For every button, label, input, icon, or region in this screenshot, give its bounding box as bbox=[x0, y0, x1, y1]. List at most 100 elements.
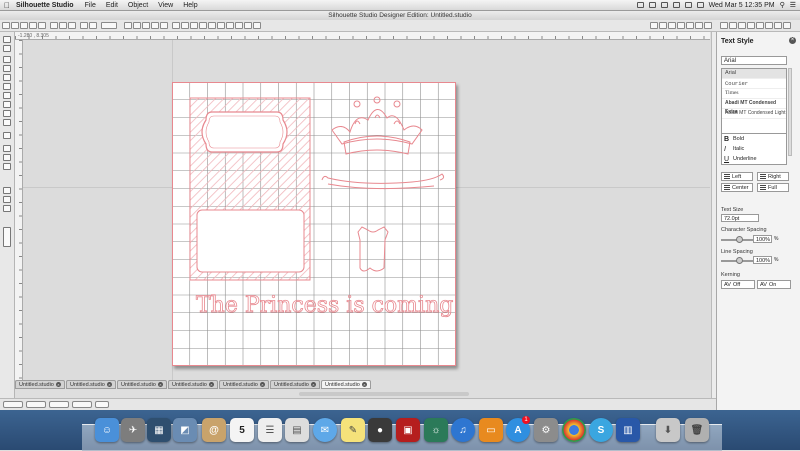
reminders-icon[interactable]: ☰ bbox=[258, 418, 282, 442]
align-icon[interactable] bbox=[235, 22, 243, 29]
tab-untitled-1[interactable]: Untitled.studio × bbox=[15, 380, 65, 389]
registration-marks-icon[interactable] bbox=[747, 22, 755, 29]
close-panel-icon[interactable]: × bbox=[789, 37, 796, 44]
knife-tool-icon[interactable] bbox=[3, 154, 11, 161]
align-center-button[interactable]: Center bbox=[721, 183, 753, 192]
print-icon[interactable] bbox=[80, 22, 88, 29]
polygon-tool-icon[interactable] bbox=[3, 92, 11, 99]
pan-icon[interactable] bbox=[151, 22, 159, 29]
new-document-icon[interactable] bbox=[2, 22, 10, 29]
font-item-arial[interactable]: Arial bbox=[722, 69, 786, 79]
close-tab-icon[interactable]: × bbox=[259, 382, 265, 387]
rounded-rectangle-tool-icon[interactable] bbox=[3, 74, 11, 81]
close-tab-icon[interactable]: × bbox=[310, 382, 316, 387]
close-tab-icon[interactable]: × bbox=[361, 382, 367, 387]
close-tab-icon[interactable]: × bbox=[208, 382, 214, 387]
kerning-off-button[interactable]: AV Off bbox=[721, 280, 755, 289]
stickies-icon[interactable]: ✎ bbox=[341, 418, 365, 442]
finder-icon[interactable]: ☺ bbox=[95, 418, 119, 442]
time-machine-icon[interactable] bbox=[648, 2, 656, 8]
cutting-mat-page[interactable]: The Princess is coming bbox=[172, 82, 456, 366]
contacts-icon[interactable]: @ bbox=[202, 418, 226, 442]
zoom-out-icon[interactable] bbox=[133, 22, 141, 29]
ungroup-icon[interactable] bbox=[199, 22, 207, 29]
arc-tool-icon[interactable] bbox=[3, 110, 11, 117]
photo-booth-icon[interactable]: ▣ bbox=[396, 418, 420, 442]
select-all-icon[interactable] bbox=[172, 22, 180, 29]
freehand-tool-icon[interactable] bbox=[3, 119, 11, 126]
library-panel-icon[interactable] bbox=[3, 187, 11, 194]
scroll-handle-icon[interactable] bbox=[3, 227, 11, 247]
store-panel-icon[interactable] bbox=[3, 196, 11, 203]
trash-icon[interactable]: 🗑 bbox=[685, 418, 709, 442]
text-tool-icon[interactable] bbox=[3, 132, 11, 139]
store-icon-right[interactable] bbox=[783, 22, 791, 29]
fit-to-page-icon[interactable] bbox=[160, 22, 168, 29]
char-spacing-knob[interactable] bbox=[736, 236, 743, 243]
bold-option[interactable]: B Bold bbox=[722, 134, 786, 144]
menu-object[interactable]: Object bbox=[123, 2, 153, 9]
rotate-icon[interactable] bbox=[244, 22, 252, 29]
onesie-design[interactable] bbox=[357, 226, 389, 272]
grid-settings-icon[interactable] bbox=[659, 22, 667, 29]
transform-icon[interactable] bbox=[756, 22, 764, 29]
line-color-icon[interactable] bbox=[677, 22, 685, 29]
messages-icon[interactable]: ✉ bbox=[313, 418, 337, 442]
fill-color-icon[interactable] bbox=[668, 22, 676, 29]
menu-edit[interactable]: Edit bbox=[101, 2, 123, 9]
library-icon[interactable] bbox=[29, 22, 37, 29]
tab-untitled-7-active[interactable]: Untitled.studio × bbox=[321, 380, 371, 389]
striped-card-design[interactable] bbox=[189, 97, 311, 281]
undo-redo-icon[interactable] bbox=[101, 22, 117, 29]
app-menu[interactable]: Silhouette Studio bbox=[14, 2, 80, 9]
pattern-icon[interactable] bbox=[49, 401, 69, 408]
dropbox-icon[interactable] bbox=[636, 2, 644, 8]
replicate-icon[interactable] bbox=[217, 22, 225, 29]
paste-icon[interactable] bbox=[68, 22, 76, 29]
trace-icon[interactable] bbox=[704, 22, 712, 29]
menu-file[interactable]: File bbox=[80, 2, 101, 9]
mission-control-icon[interactable]: ▦ bbox=[147, 418, 171, 442]
fill-tool-icon[interactable] bbox=[3, 401, 23, 408]
preview-icon[interactable]: ◩ bbox=[173, 418, 197, 442]
select-tool-icon[interactable] bbox=[3, 36, 11, 43]
settings-bottom-icon[interactable] bbox=[95, 401, 109, 408]
volume-icon[interactable] bbox=[684, 2, 692, 8]
itunes-photos-icon[interactable]: ▤ bbox=[285, 418, 309, 442]
rectangle-tool-icon[interactable] bbox=[3, 65, 11, 72]
preview-docs-icon[interactable]: ▥ bbox=[616, 418, 640, 442]
line-spacing-field[interactable]: 100% bbox=[753, 256, 772, 264]
edit-points-tool-icon[interactable] bbox=[3, 45, 11, 52]
delete-icon[interactable] bbox=[208, 22, 216, 29]
battery-icon[interactable] bbox=[696, 2, 704, 8]
system-preferences-icon[interactable]: ⚙ bbox=[534, 418, 558, 442]
horizontal-scrollbar[interactable] bbox=[299, 392, 469, 396]
line-spacing-knob[interactable] bbox=[736, 257, 743, 264]
launchpad-icon[interactable]: ✈ bbox=[121, 418, 145, 442]
font-item-courier[interactable]: Courier bbox=[722, 79, 786, 89]
itunes-icon[interactable]: ♫ bbox=[451, 418, 475, 442]
store-icon[interactable] bbox=[38, 22, 46, 29]
tab-untitled-4[interactable]: Untitled.studio × bbox=[168, 380, 218, 389]
underline-option[interactable]: U Underline bbox=[722, 154, 786, 164]
send-icon[interactable] bbox=[774, 22, 782, 29]
tab-untitled-3[interactable]: Untitled.studio × bbox=[117, 380, 167, 389]
design-canvas[interactable]: The Princess is coming bbox=[23, 40, 710, 380]
close-tab-icon[interactable]: × bbox=[55, 382, 61, 387]
page-settings-icon[interactable] bbox=[650, 22, 658, 29]
silhouette-icon[interactable]: S bbox=[589, 418, 613, 442]
tab-untitled-5[interactable]: Untitled.studio × bbox=[219, 380, 269, 389]
eraser-tool-icon[interactable] bbox=[3, 145, 11, 152]
sketch-tool-icon[interactable] bbox=[3, 163, 11, 170]
open-icon[interactable] bbox=[11, 22, 19, 29]
deselect-icon[interactable] bbox=[181, 22, 189, 29]
knife-icon[interactable] bbox=[738, 22, 746, 29]
text-style-icon[interactable] bbox=[695, 22, 703, 29]
ibooks-icon[interactable]: ▭ bbox=[479, 418, 503, 442]
zoom-in-icon[interactable] bbox=[124, 22, 132, 29]
close-tab-icon[interactable]: × bbox=[106, 382, 112, 387]
font-item-abadi-extra[interactable]: Abadi MT Condensed Extra bbox=[722, 99, 786, 115]
wifi-icon[interactable] bbox=[672, 2, 680, 8]
notification-center-icon[interactable]: ☰ bbox=[790, 1, 796, 9]
save-icon[interactable] bbox=[20, 22, 28, 29]
